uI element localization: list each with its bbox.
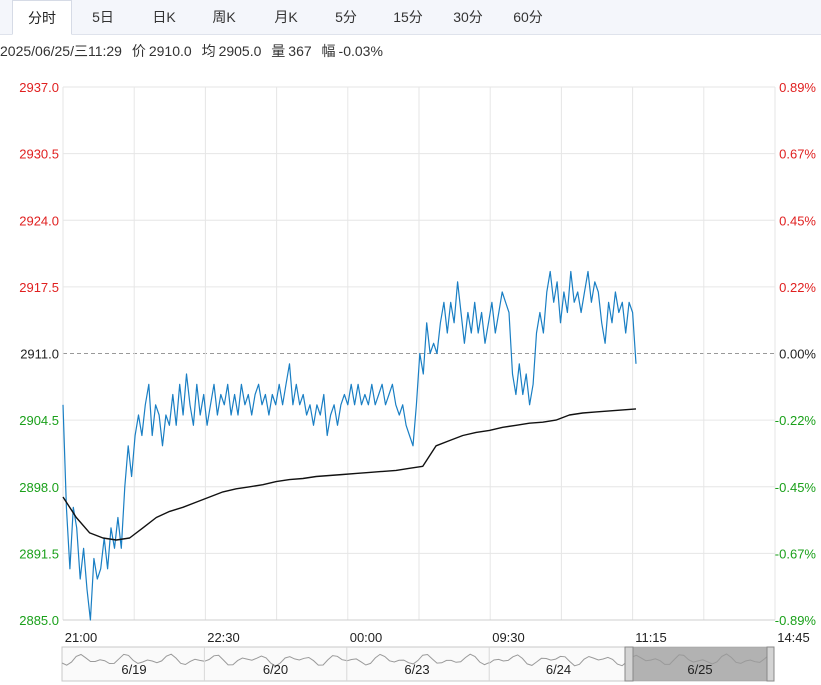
price-tick-label: 2898.0 xyxy=(19,480,59,495)
price-tick-label: 2924.0 xyxy=(19,213,59,228)
range-navigator[interactable]: 6/19 6/20 6/23 6/24 6/25 xyxy=(61,646,775,682)
tab-daily-k[interactable]: 日K xyxy=(140,0,188,34)
navigator-right-handle xyxy=(766,646,775,682)
change-label: 幅 xyxy=(321,43,336,59)
tab-intraday[interactable]: 分时 xyxy=(12,0,72,35)
percent-tick-label: -0.45% xyxy=(775,480,817,495)
tab-weekly-k[interactable]: 周K xyxy=(200,0,248,34)
tab-60min[interactable]: 60分 xyxy=(504,0,552,34)
price-tick-label: 2891.5 xyxy=(19,546,59,561)
percent-tick-label: 0.00% xyxy=(779,347,816,362)
time-tick-label: 11:15 xyxy=(635,630,667,645)
percent-tick-label: 0.22% xyxy=(779,280,816,295)
change-value: -0.03% xyxy=(338,43,383,59)
navigator-date-label: 6/25 xyxy=(687,662,712,677)
avg-label: 均 xyxy=(201,43,216,59)
tab-15min[interactable]: 15分 xyxy=(384,0,432,34)
tab-5min[interactable]: 5分 xyxy=(324,0,368,34)
price-label: 价 xyxy=(131,43,146,59)
price-series-line xyxy=(62,270,637,621)
percent-tick-label: 0.89% xyxy=(779,80,816,95)
price-tick-label: 2911.0 xyxy=(20,347,59,362)
average-series-line xyxy=(62,408,637,541)
price-tick-label: 2885.0 xyxy=(19,613,59,628)
chart-grid xyxy=(62,86,776,621)
volume-label: 量 xyxy=(271,43,286,59)
navigator-date-label: 6/24 xyxy=(546,662,571,677)
chart-series xyxy=(62,270,637,621)
price-tick-label: 2937.0 xyxy=(19,80,59,95)
time-tick-label: 21:00 xyxy=(65,630,98,645)
percent-tick-label: -0.89% xyxy=(775,613,817,628)
tab-30min[interactable]: 30分 xyxy=(444,0,492,34)
price-value: 2910.0 xyxy=(148,43,192,59)
volume-value: 367 xyxy=(288,43,312,59)
price-tick-label: 2917.5 xyxy=(19,280,59,295)
tab-5day[interactable]: 5日 xyxy=(80,0,126,34)
quote-info-bar: 2025/06/25/三11:29 价 2910.0 均 2905.0 量 367 幅… xyxy=(0,40,389,62)
time-tick-label: 14:45 xyxy=(777,630,810,645)
period-tab-bar: 分时 5日 日K 周K 月K 5分 15分 30分 60分 xyxy=(0,0,821,35)
time-tick-label: 09:30 xyxy=(492,630,525,645)
navigator-date-label: 6/23 xyxy=(404,662,429,677)
percent-tick-label: 0.45% xyxy=(779,213,816,228)
time-tick-label: 00:00 xyxy=(350,630,383,645)
time-tick-label: 22:30 xyxy=(207,630,240,645)
price-tick-label: 2930.5 xyxy=(19,147,59,162)
price-tick-label: 2904.5 xyxy=(19,413,59,428)
navigator-left-handle xyxy=(624,646,634,682)
percent-tick-label: -0.67% xyxy=(775,546,817,561)
percent-tick-label: -0.22% xyxy=(775,413,817,428)
avg-value: 2905.0 xyxy=(218,43,262,59)
intraday-chart[interactable]: 2937.0 2930.5 2924.0 2917.5 2911.0 2904.5 2898… xyxy=(0,70,821,685)
percent-axis: 0.89% 0.67% 0.45% 0.22% 0.00% -0.22% -0.45% -0.… xyxy=(775,80,817,628)
navigator-date-label: 6/20 xyxy=(263,662,288,677)
price-axis: 2937.0 2930.5 2924.0 2917.5 2911.0 2904.5 2898… xyxy=(19,80,59,628)
quote-datetime: 2025/06/25/三11:29 xyxy=(0,43,122,59)
tab-monthly-k[interactable]: 月K xyxy=(262,0,310,34)
time-axis: 21:00 22:30 00:00 09:30 11:15 14:45 xyxy=(65,630,810,645)
percent-tick-label: 0.67% xyxy=(779,147,816,162)
navigator-date-label: 6/19 xyxy=(121,662,146,677)
